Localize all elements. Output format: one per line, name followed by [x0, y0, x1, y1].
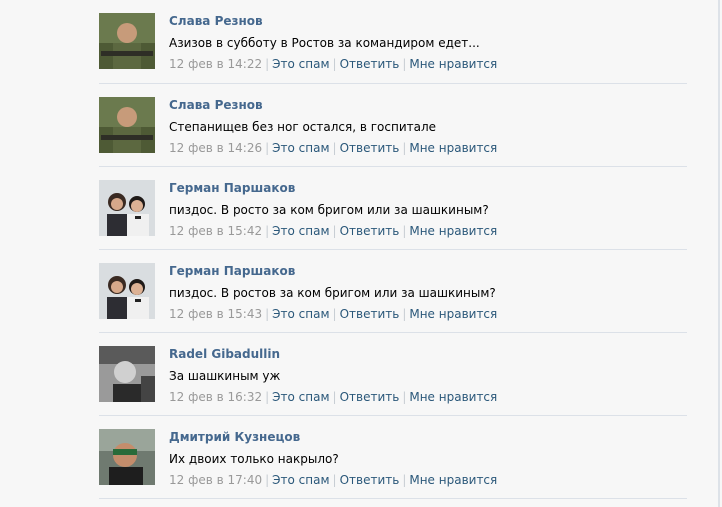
- comment-meta: 12 фев в 14:26 | Это спам | Ответить | Мне нра…: [169, 140, 497, 156]
- reply-link[interactable]: Ответить: [340, 307, 400, 321]
- like-link[interactable]: Мне нравится: [409, 141, 497, 155]
- comment-text: За шашкиным уж: [169, 369, 281, 383]
- spam-link[interactable]: Это спам: [272, 307, 329, 321]
- avatar-sunglasses-photo-icon: [99, 429, 155, 485]
- avatar[interactable]: [99, 346, 155, 402]
- reply-link[interactable]: Ответить: [340, 224, 400, 238]
- separator: |: [265, 307, 270, 321]
- separator: |: [332, 473, 337, 487]
- comment-author[interactable]: Radel Gibadullin: [169, 346, 280, 362]
- comment-author[interactable]: Герман Паршаков: [169, 180, 295, 196]
- comment-meta: 12 фев в 17:40 | Это спам | Ответить | Мне нра…: [169, 472, 497, 488]
- like-link[interactable]: Мне нравится: [409, 390, 497, 404]
- comment-meta: 12 фев в 15:42 | Это спам | Ответить | Мне нра…: [169, 223, 497, 239]
- separator: |: [402, 390, 407, 404]
- reply-link[interactable]: Ответить: [340, 390, 400, 404]
- comment-item: Дмитрий Кузнецов Их двоих только накрыло…: [99, 416, 687, 499]
- separator: |: [265, 473, 270, 487]
- comment-text: Азизов в субботу в Ростов за командиром …: [169, 36, 480, 50]
- comment-date[interactable]: 12 фев в 14:22: [169, 57, 262, 71]
- separator: |: [265, 141, 270, 155]
- avatar[interactable]: [99, 180, 155, 236]
- comment-meta: 12 фев в 14:22 | Это спам | Ответить | Мне нра…: [169, 56, 497, 72]
- separator: |: [402, 141, 407, 155]
- avatar-couple-photo-icon: [99, 263, 155, 319]
- avatar[interactable]: [99, 429, 155, 485]
- spam-link[interactable]: Это спам: [272, 57, 329, 71]
- separator: |: [332, 307, 337, 321]
- spam-link[interactable]: Это спам: [272, 473, 329, 487]
- spam-link[interactable]: Это спам: [272, 224, 329, 238]
- comment-meta: 12 фев в 15:43 | Это спам | Ответить | Мне нра…: [169, 306, 497, 322]
- right-border: [718, 0, 720, 507]
- comment-item: Слава Резнов Степанищев без ног остался,…: [99, 84, 687, 167]
- separator: |: [402, 473, 407, 487]
- separator: |: [332, 141, 337, 155]
- comment-author[interactable]: Слава Резнов: [169, 13, 263, 29]
- comment-author[interactable]: Герман Паршаков: [169, 263, 295, 279]
- reply-link[interactable]: Ответить: [340, 473, 400, 487]
- comment-text: Степанищев без ног остался, в госпитале: [169, 120, 437, 134]
- avatar-soldier-photo-icon: [99, 13, 155, 69]
- comment-text: пиздос. В ростов за ком бригом или за ша…: [169, 286, 496, 300]
- separator: |: [332, 57, 337, 71]
- comment-text: Их двоих только накрыло?: [169, 452, 339, 466]
- avatar[interactable]: [99, 263, 155, 319]
- avatar-bw-photo-icon: [99, 346, 155, 402]
- spam-link[interactable]: Это спам: [272, 390, 329, 404]
- comment-author[interactable]: Дмитрий Кузнецов: [169, 429, 300, 445]
- avatar-soldier-photo-icon: [99, 97, 155, 153]
- avatar[interactable]: [99, 97, 155, 153]
- reply-link[interactable]: Ответить: [340, 57, 400, 71]
- like-link[interactable]: Мне нравится: [409, 224, 497, 238]
- comment-item: Radel Gibadullin За шашкиным уж 12 фев в…: [99, 333, 687, 416]
- comment-date[interactable]: 12 фев в 17:40: [169, 473, 262, 487]
- comment-meta: 12 фев в 16:32 | Это спам | Ответить | Мне нра…: [169, 389, 497, 405]
- avatar-couple-photo-icon: [99, 180, 155, 236]
- comments-list: Слава Резнов Азизов в субботу в Ростов з…: [99, 0, 687, 499]
- separator: |: [332, 390, 337, 404]
- separator: |: [332, 224, 337, 238]
- separator: |: [265, 390, 270, 404]
- separator: |: [265, 57, 270, 71]
- comments-page: Слава Резнов Азизов в субботу в Ростов з…: [0, 0, 722, 507]
- like-link[interactable]: Мне нравится: [409, 307, 497, 321]
- like-link[interactable]: Мне нравится: [409, 473, 497, 487]
- comment-item: Герман Паршаков пиздос. В ростов за ком …: [99, 250, 687, 333]
- like-link[interactable]: Мне нравится: [409, 57, 497, 71]
- comment-item: Герман Паршаков пиздос. В росто за ком б…: [99, 167, 687, 250]
- reply-link[interactable]: Ответить: [340, 141, 400, 155]
- separator: |: [402, 307, 407, 321]
- comment-date[interactable]: 12 фев в 16:32: [169, 390, 262, 404]
- comment-date[interactable]: 12 фев в 15:42: [169, 224, 262, 238]
- comment-author[interactable]: Слава Резнов: [169, 97, 263, 113]
- separator: |: [402, 57, 407, 71]
- comment-item: Слава Резнов Азизов в субботу в Ростов з…: [99, 0, 687, 84]
- avatar[interactable]: [99, 13, 155, 69]
- spam-link[interactable]: Это спам: [272, 141, 329, 155]
- separator: |: [402, 224, 407, 238]
- comment-date[interactable]: 12 фев в 14:26: [169, 141, 262, 155]
- separator: |: [265, 224, 270, 238]
- comment-text: пиздос. В росто за ком бригом или за шаш…: [169, 203, 489, 217]
- comment-date[interactable]: 12 фев в 15:43: [169, 307, 262, 321]
